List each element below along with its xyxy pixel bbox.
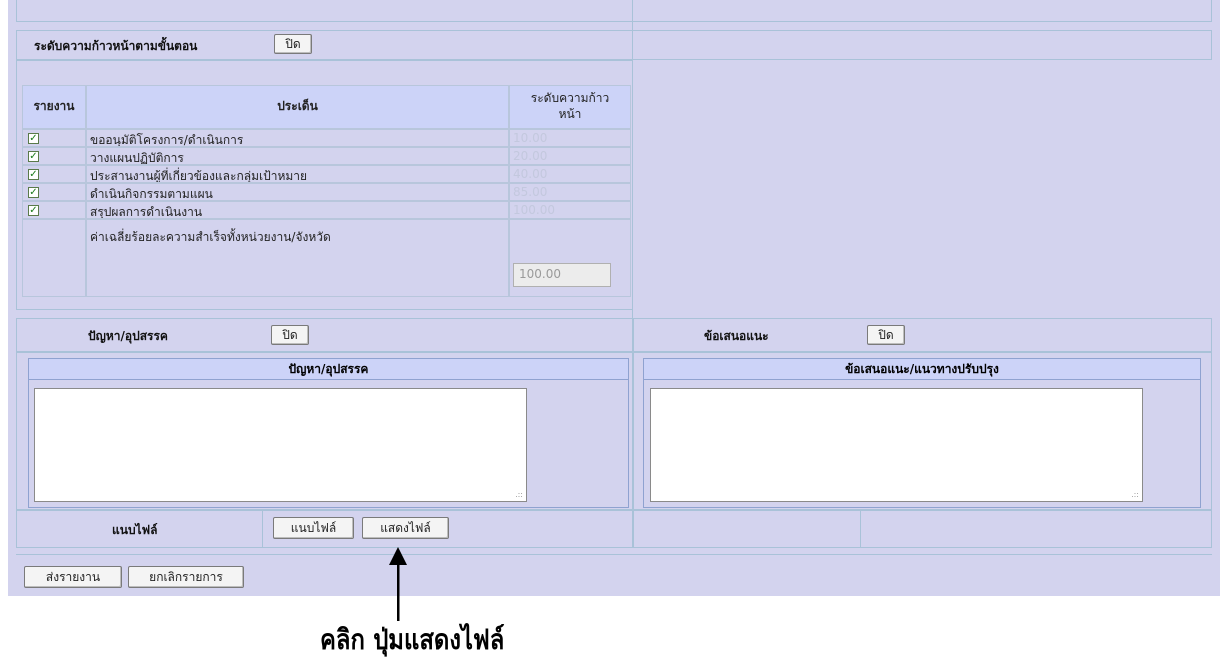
table-row-3-report: ✓ [22, 165, 86, 183]
col-issue-header: ประเด็น [86, 85, 509, 129]
col-report-header: รายงาน [22, 85, 86, 129]
problems-title: ปัญหา/อุปสรรค [88, 329, 168, 343]
cancel-button[interactable]: ยกเลิกรายการ [128, 566, 244, 588]
footer-divider [16, 554, 1212, 555]
table-row-1-report: ✓ [22, 129, 86, 147]
col-level-header: ระดับความก้าว หน้า [509, 85, 631, 129]
report-checkbox-5[interactable]: ✓ [28, 205, 39, 216]
attach-title: แนบไฟล์ [112, 523, 158, 537]
attach-right-cell [633, 510, 1212, 548]
attach-row-divider [262, 510, 263, 548]
progress-table: รายงาน ประเด็น ระดับความก้าว หน้า ✓ ขออนุ… [22, 85, 631, 297]
table-row-4-report: ✓ [22, 183, 86, 201]
table-row-2-issue: วางแผนปฏิบัติการ [86, 147, 509, 165]
arrow-up-icon [389, 547, 407, 621]
problems-close-button[interactable]: ปิด [271, 325, 309, 345]
table-row-3-level: 40.00 [509, 165, 631, 183]
table-row-2-report: ✓ [22, 147, 86, 165]
report-checkbox-1[interactable]: ✓ [28, 133, 39, 144]
resize-grip-icon[interactable]: .:: [1131, 490, 1139, 499]
progress-close-button[interactable]: ปิด [274, 34, 312, 54]
average-row-blank [22, 219, 86, 297]
table-row-5-issue: สรุปผลการดำเนินงาน [86, 201, 509, 219]
table-row-5-level: 100.00 [509, 201, 631, 219]
report-checkbox-4[interactable]: ✓ [28, 187, 39, 198]
progress-title: ระดับความก้าวหน้าตามขั้นตอน [34, 39, 198, 53]
suggestions-box-header: ข้อเสนอแนะ/แนวทางปรับปรุง [643, 358, 1201, 380]
attach-file-button[interactable]: แนบไฟล์ [273, 517, 354, 539]
table-row-1-issue: ขออนุมัติโครงการ/ดำเนินการ [86, 129, 509, 147]
annotation-text: คลิก ปุ่มแสดงไฟล์ [320, 623, 505, 656]
average-value-field: 100.00 [513, 263, 611, 287]
table-row-4-level: 85.00 [509, 183, 631, 201]
problems-box-header: ปัญหา/อุปสรรค [28, 358, 629, 380]
report-checkbox-2[interactable]: ✓ [28, 151, 39, 162]
show-file-button[interactable]: แสดงไฟล์ [362, 517, 449, 539]
table-row-2-level: 20.00 [509, 147, 631, 165]
submit-report-button[interactable]: ส่งรายงาน [24, 566, 122, 588]
table-row-4-issue: ดำเนินกิจกรรมตามแผน [86, 183, 509, 201]
resize-grip-icon[interactable]: .:: [515, 490, 523, 499]
table-row-5-report: ✓ [22, 201, 86, 219]
attach-right-divider [860, 510, 861, 548]
problems-textarea[interactable]: .:: [34, 388, 527, 502]
top-strip [16, 0, 1212, 22]
suggestions-title: ข้อเสนอแนะ [704, 329, 769, 343]
suggestions-close-button[interactable]: ปิด [867, 325, 905, 345]
table-row-1-level: 10.00 [509, 129, 631, 147]
average-label: ค่าเฉลี่ยร้อยละความสำเร็จทั้งหน่วยงาน/จั… [86, 219, 509, 297]
report-checkbox-3[interactable]: ✓ [28, 169, 39, 180]
suggestions-textarea[interactable]: .:: [650, 388, 1143, 502]
table-row-3-issue: ประสานงานผู้ที่เกี่ยวข้องและกลุ่มเป้าหมา… [86, 165, 509, 183]
